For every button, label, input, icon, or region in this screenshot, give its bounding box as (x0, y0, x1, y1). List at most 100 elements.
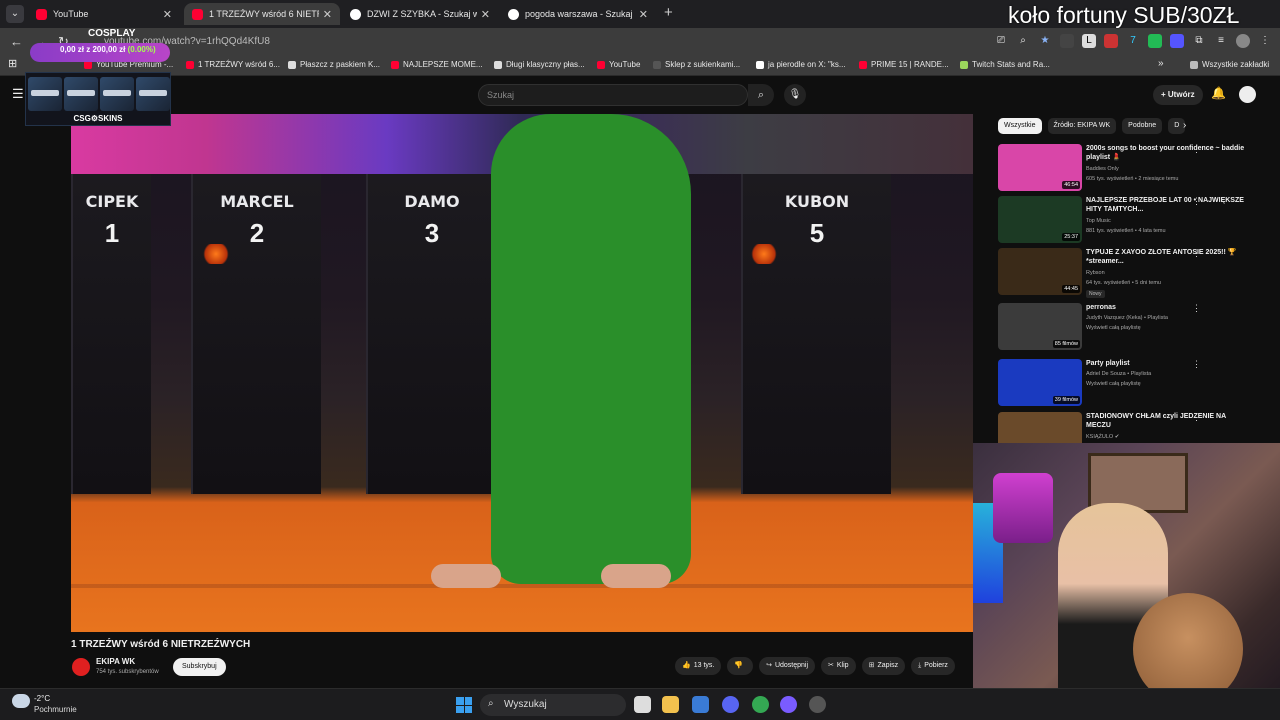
kebab-menu-icon[interactable]: ⋮ (1192, 412, 1201, 423)
video-player[interactable]: CIPEK 1 MARCEL 2 DAMO 3 KUBON 5 (71, 114, 973, 632)
close-icon[interactable]: ✕ (481, 8, 490, 21)
close-icon[interactable]: ✕ (163, 8, 172, 21)
recommendation-item[interactable]: 25:37 NAJLEPSZE PRZEBOJE LAT 00 • NAJWIĘ… (998, 196, 1268, 246)
weather-temperature[interactable]: -2°C (34, 694, 50, 703)
chip-all[interactable]: Wszystkie (998, 118, 1042, 134)
extension-icon[interactable]: L (1082, 34, 1096, 48)
view-playlist-link[interactable]: Wyświetl całą playlistę (1086, 323, 1246, 333)
recommendation-item[interactable]: 44:45 TYPUJE Z XAYOO ZŁOTE ANTOSIE 2025!… (998, 248, 1268, 298)
search-icon[interactable]: ⌕ (748, 84, 774, 106)
bookmark-item[interactable]: NAJLEPSZE MOME... (391, 60, 483, 69)
cloud-icon[interactable] (12, 694, 30, 708)
reading-list-icon[interactable]: ≡ (1214, 34, 1228, 48)
browser-tab[interactable]: pogoda warszawa - Szukaj w Go ✕ (500, 3, 656, 25)
extension-icon[interactable] (1148, 34, 1162, 48)
bookmark-star-icon[interactable]: ★ (1038, 34, 1052, 48)
bookmark-item[interactable]: Długi klasyczny płas... (494, 60, 585, 69)
steam-icon[interactable] (809, 696, 826, 713)
thumbnail[interactable]: 46:54 (998, 144, 1082, 191)
task-view-icon[interactable] (634, 696, 651, 713)
file-explorer-icon[interactable] (662, 696, 679, 713)
bookmark-item[interactable]: YouTube (597, 60, 640, 69)
puzzle-icon[interactable]: ⧉ (1192, 34, 1206, 48)
search-input[interactable]: Szukaj (478, 84, 748, 106)
donation-goal-bar: 0,00 zł z 200,00 zł (0.00%) (30, 43, 170, 62)
recommendation-item[interactable]: 39 filmów Party playlist Adriel De Souza… (998, 359, 1268, 409)
channel-name[interactable]: EKIPA WK (96, 657, 135, 666)
taskbar-search[interactable]: ⌕ Wyszukaj (480, 694, 626, 716)
share-button[interactable]: ↪ Udostępnij (759, 657, 816, 675)
bookmark-item[interactable]: Sklep z sukienkami... (653, 60, 740, 69)
microphone-icon[interactable]: 🎙 (784, 84, 806, 106)
bookmark-item[interactable]: Płaszcz z paskiem K... (288, 60, 380, 69)
bookmark-item[interactable]: Twitch Stats and Ra... (960, 60, 1050, 69)
create-button[interactable]: + Utwórz (1153, 85, 1203, 105)
download-button[interactable]: ⤓ Pobierz (911, 657, 955, 675)
recommendation-item[interactable]: 85 filmów perronas Judyth Vazquez (Keka)… (998, 303, 1268, 353)
thumbnail[interactable]: 39 filmów (998, 359, 1082, 406)
extension-icon[interactable] (1060, 34, 1074, 48)
hamburger-menu-icon[interactable]: ☰ (12, 86, 24, 102)
close-icon[interactable]: ✕ (639, 8, 648, 21)
new-tab-icon[interactable]: + (664, 4, 673, 21)
bookmark-item[interactable]: 1 TRZEŹWY wśród 6... (186, 60, 280, 69)
tab-search-button[interactable]: ⌄ (6, 5, 24, 23)
extension-icon[interactable]: 7 (1126, 34, 1140, 48)
kebab-menu-icon[interactable]: ⋮ (1192, 248, 1201, 259)
discord-icon[interactable] (722, 696, 739, 713)
kebab-menu-icon[interactable]: ⋮ (1192, 303, 1201, 314)
profile-avatar[interactable] (1236, 34, 1250, 48)
chevron-right-icon[interactable]: › (1183, 120, 1186, 131)
thumbnail[interactable]: 25:37 (998, 196, 1082, 243)
weather-description[interactable]: Pochmurnie (34, 705, 77, 714)
thumbnail[interactable] (998, 412, 1082, 444)
extension-icon[interactable] (1104, 34, 1118, 48)
clip-button[interactable]: ✂ Klip (821, 657, 856, 675)
like-button[interactable]: 👍 13 tys. (675, 657, 722, 675)
view-playlist-link[interactable]: Wyświetl całą playlistę (1086, 379, 1246, 389)
download-icon: ⤓ (918, 662, 922, 669)
browser-tab-active[interactable]: 1 TRZEŹWY wśród 6 NIETRZEŹW ✕ (184, 3, 340, 25)
subscribe-button[interactable]: Subskrybuj (173, 658, 226, 676)
back-icon[interactable]: ← (10, 34, 23, 49)
chrome-icon[interactable] (752, 696, 769, 713)
bookmark-item[interactable]: PRIME 15 | RANDE... (859, 60, 949, 69)
recommendation-title[interactable]: STADIONOWY CHŁAM czyli JEDZENIE NA MECZU (1086, 412, 1246, 430)
thumbnail[interactable]: 44:45 (998, 248, 1082, 295)
kebab-menu-icon[interactable]: ⋮ (1192, 196, 1201, 207)
chip-related[interactable]: Podobne (1122, 118, 1163, 134)
bell-icon[interactable]: 🔔 (1211, 86, 1226, 100)
zoom-icon[interactable]: ⌕ (1016, 34, 1030, 48)
bookmark-item[interactable]: ja pierodle on X: "ks... (756, 60, 846, 69)
recommendation-title[interactable]: NAJLEPSZE PRZEBOJE LAT 00 • NAJWIĘKSZE H… (1086, 196, 1246, 214)
avatar[interactable] (1239, 86, 1256, 103)
thumbnail[interactable]: 85 filmów (998, 303, 1082, 350)
recommendation-item[interactable]: STADIONOWY CHŁAM czyli JEDZENIE NA MECZU… (998, 412, 1268, 444)
chevron-right-icon[interactable]: » (1158, 58, 1164, 69)
chip-source[interactable]: Źródło: EKIPA WK (1047, 118, 1117, 134)
apps-grid-icon[interactable]: ⊞ (8, 57, 17, 70)
recommendation-title[interactable]: 2000s songs to boost your confidence ~ b… (1086, 144, 1246, 162)
close-icon[interactable]: ✕ (323, 8, 332, 21)
install-icon[interactable]: ⎚ (994, 34, 1008, 48)
browser-tab[interactable]: DZWI Z SZYBKA - Szukaj w Goo ✕ (342, 3, 498, 25)
recommendation-title[interactable]: Party playlist (1086, 359, 1246, 368)
store-icon[interactable] (692, 696, 709, 713)
app-icon[interactable] (780, 696, 797, 713)
tab-label: DZWI Z SZYBKA - Szukaj w Goo (367, 9, 477, 19)
kebab-menu-icon[interactable]: ⋮ (1192, 144, 1201, 155)
all-bookmarks[interactable]: Wszystkie zakładki (1190, 60, 1269, 69)
browser-tab[interactable]: YouTube ✕ (28, 3, 180, 25)
menu-kebab-icon[interactable]: ⋮ (1258, 34, 1272, 48)
channel-avatar[interactable] (72, 658, 90, 676)
kebab-menu-icon[interactable]: ⋮ (1192, 359, 1201, 370)
windows-start-icon[interactable] (456, 697, 472, 713)
recommendation-title[interactable]: TYPUJE Z XAYOO ZŁOTE ANTOSIE 2025!! 🏆 *s… (1086, 248, 1246, 266)
playlist-count-badge: 85 filmów (1052, 340, 1080, 348)
recommendation-title[interactable]: perronas (1086, 303, 1246, 312)
dislike-button[interactable]: 👎 (727, 657, 754, 675)
save-button[interactable]: ⊞ Zapisz (861, 657, 906, 675)
extension-icon[interactable] (1170, 34, 1184, 48)
recommendation-item[interactable]: 46:54 2000s songs to boost your confiden… (998, 144, 1268, 194)
recommendation-meta: Judyth Vazquez (Keka) • Playlista Wyświet… (1086, 313, 1246, 333)
